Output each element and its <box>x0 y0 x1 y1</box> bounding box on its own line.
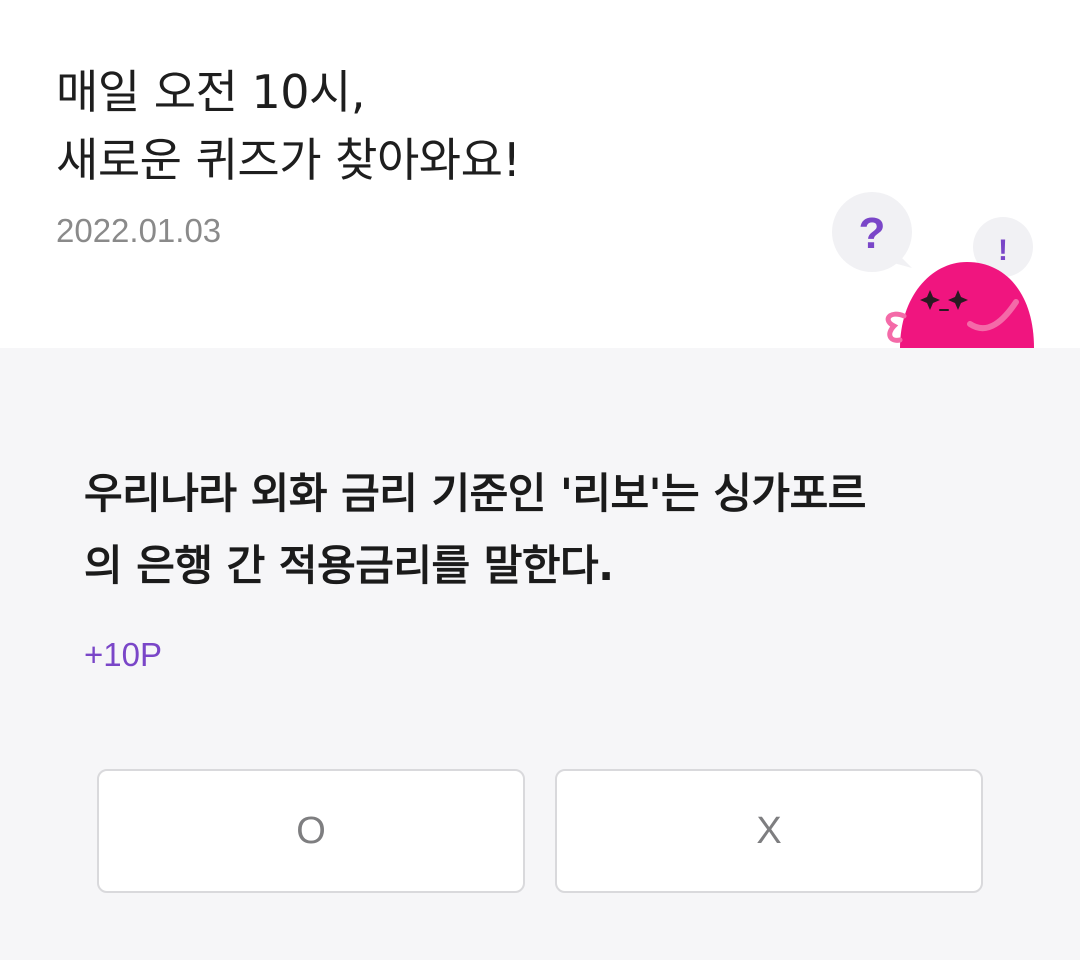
answer-x-label: X <box>756 809 782 852</box>
quiz-question: 우리나라 외화 금리 기준인 '리보'는 싱가포르 의 은행 간 적용금리를 말… <box>84 458 1004 602</box>
title-line-2: 새로운 퀴즈가 찾아와요! <box>56 133 521 187</box>
question-bubble-icon: ? <box>832 192 912 272</box>
points-reward: +10P <box>84 636 162 673</box>
quiz-header: 매일 오전 10시, 새로운 퀴즈가 찾아와요! 2022.01.03 ? ! <box>0 0 1080 348</box>
answer-o-label: O <box>296 809 326 852</box>
question-line-2: 의 은행 간 적용금리를 말한다. <box>84 541 614 590</box>
question-line-1: 우리나라 외화 금리 기준인 '리보'는 싱가포르 <box>84 469 866 518</box>
question-mark: ? <box>859 209 886 258</box>
mascot-illustration: ? ! <box>832 192 1034 348</box>
quiz-card: 우리나라 외화 금리 기준인 '리보'는 싱가포르 의 은행 간 적용금리를 말… <box>0 348 1080 960</box>
answer-o-button[interactable]: O <box>97 769 525 893</box>
page-title: 매일 오전 10시, 새로운 퀴즈가 찾아와요! <box>56 58 521 194</box>
title-line-1: 매일 오전 10시, <box>56 65 366 119</box>
quiz-date: 2022.01.03 <box>56 212 222 249</box>
answer-x-button[interactable]: X <box>555 769 983 893</box>
exclamation-mark: ! <box>998 234 1008 267</box>
